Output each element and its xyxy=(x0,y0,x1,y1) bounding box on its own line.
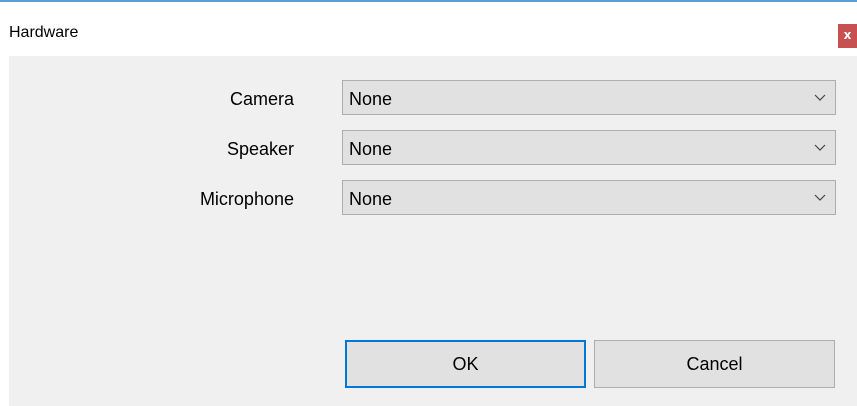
close-button[interactable]: x xyxy=(838,24,857,48)
close-icon: x xyxy=(843,28,852,42)
microphone-dropdown-value: None xyxy=(349,189,393,209)
chevron-down-icon xyxy=(814,94,826,101)
window-title: Hardware xyxy=(9,24,79,41)
hardware-dialog: Hardware x Camera None Speaker None Micr… xyxy=(0,0,857,406)
speaker-dropdown[interactable]: None xyxy=(342,130,836,165)
microphone-dropdown[interactable]: None xyxy=(342,180,836,215)
chevron-down-icon xyxy=(814,144,826,151)
ok-button[interactable]: OK xyxy=(345,340,586,388)
camera-dropdown[interactable]: None xyxy=(342,80,836,115)
cancel-button[interactable]: Cancel xyxy=(594,340,835,388)
microphone-label: Microphone xyxy=(199,189,294,209)
camera-dropdown-value: None xyxy=(349,89,393,109)
dialog-body: Camera None Speaker None Microphone None… xyxy=(9,56,857,406)
chevron-down-icon xyxy=(814,194,826,201)
speaker-label: Speaker xyxy=(226,139,294,159)
title-bar[interactable]: Hardware x xyxy=(0,2,857,56)
speaker-dropdown-value: None xyxy=(349,139,393,159)
camera-label: Camera xyxy=(229,89,294,109)
